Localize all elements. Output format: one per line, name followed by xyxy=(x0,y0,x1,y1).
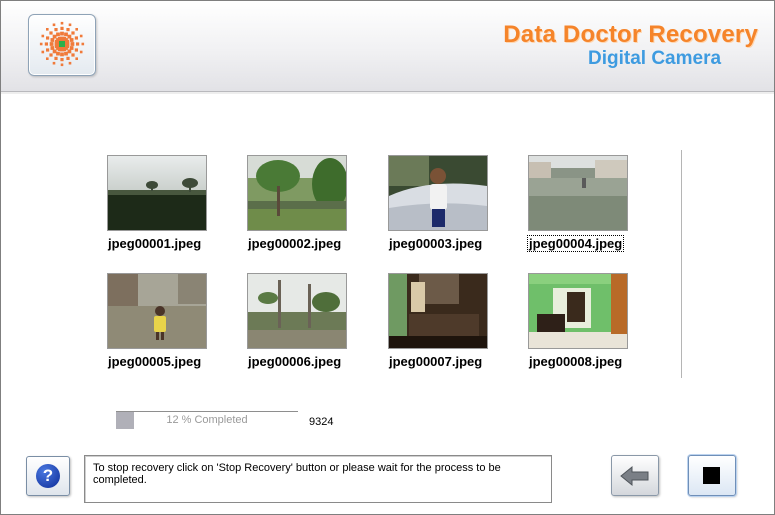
thumbnail-item[interactable]: jpeg00003.jpeg xyxy=(388,155,488,253)
thumbnail-image[interactable] xyxy=(107,155,207,231)
stop-recovery-button[interactable] xyxy=(688,455,736,496)
thumbnail-item[interactable]: jpeg00002.jpeg xyxy=(247,155,347,253)
thumbnail-image[interactable] xyxy=(388,273,488,349)
right-separator xyxy=(681,150,683,378)
thumbnail-item[interactable]: jpeg00004.jpeg xyxy=(526,155,628,253)
help-question-icon: ? xyxy=(36,464,60,488)
back-button[interactable] xyxy=(611,455,659,496)
thumbnail-caption: jpeg00007.jpeg xyxy=(389,354,483,369)
recovered-count: 9324 xyxy=(309,416,334,428)
thumbnail-caption: jpeg00008.jpeg xyxy=(529,354,623,369)
photo-field-icon xyxy=(108,156,206,230)
photo-trees-icon xyxy=(248,156,346,230)
thumbnail-caption: jpeg00005.jpeg xyxy=(108,354,202,369)
header-divider xyxy=(1,92,774,94)
brand-title: Data Doctor Recovery xyxy=(503,21,758,48)
thumbnail-caption: jpeg00003.jpeg xyxy=(389,236,483,251)
thumbnail-image[interactable] xyxy=(388,155,488,231)
thumbnail-item[interactable]: jpeg00005.jpeg xyxy=(107,273,207,371)
recovery-progress-bar: 12 % Completed xyxy=(116,411,298,429)
logo-button[interactable] xyxy=(28,14,96,76)
thumbnail-item[interactable]: jpeg00006.jpeg xyxy=(247,273,347,371)
photo-child-water-icon xyxy=(108,274,206,348)
status-message: To stop recovery click on 'Stop Recovery… xyxy=(93,462,501,486)
thumbnail-caption: jpeg00004.jpeg xyxy=(526,235,625,252)
thumbnail-image[interactable] xyxy=(528,155,628,231)
thumbnail-image[interactable] xyxy=(247,273,347,349)
photo-green-room-icon xyxy=(529,274,627,348)
progress-label: 12 % Completed xyxy=(166,414,248,426)
back-arrow-icon xyxy=(620,465,649,487)
photo-room-table-icon xyxy=(389,274,487,348)
thumbnail-image[interactable] xyxy=(528,273,628,349)
thumbnail-caption: jpeg00002.jpeg xyxy=(248,236,342,251)
photo-palm-trees-icon xyxy=(248,274,346,348)
thumbnail-image[interactable] xyxy=(247,155,347,231)
star-burst-logo-icon xyxy=(39,21,85,67)
thumbnail-item[interactable]: jpeg00001.jpeg xyxy=(107,155,207,253)
status-message-box: To stop recovery click on 'Stop Recovery… xyxy=(84,455,552,503)
brand-subtitle: Digital Camera xyxy=(588,48,722,69)
photo-child-car-icon xyxy=(389,156,487,230)
thumbnail-item[interactable]: jpeg00007.jpeg xyxy=(388,273,488,371)
thumbnail-caption: jpeg00006.jpeg xyxy=(248,354,342,369)
photo-flooded-street-icon xyxy=(529,156,627,230)
help-button[interactable]: ? xyxy=(26,456,70,496)
thumbnail-image[interactable] xyxy=(107,273,207,349)
thumbnail-caption: jpeg00001.jpeg xyxy=(108,236,202,251)
stop-square-icon xyxy=(703,467,720,484)
thumbnail-item[interactable]: jpeg00008.jpeg xyxy=(528,273,628,371)
header-banner: Data Doctor Recovery Digital Camera xyxy=(1,1,774,92)
